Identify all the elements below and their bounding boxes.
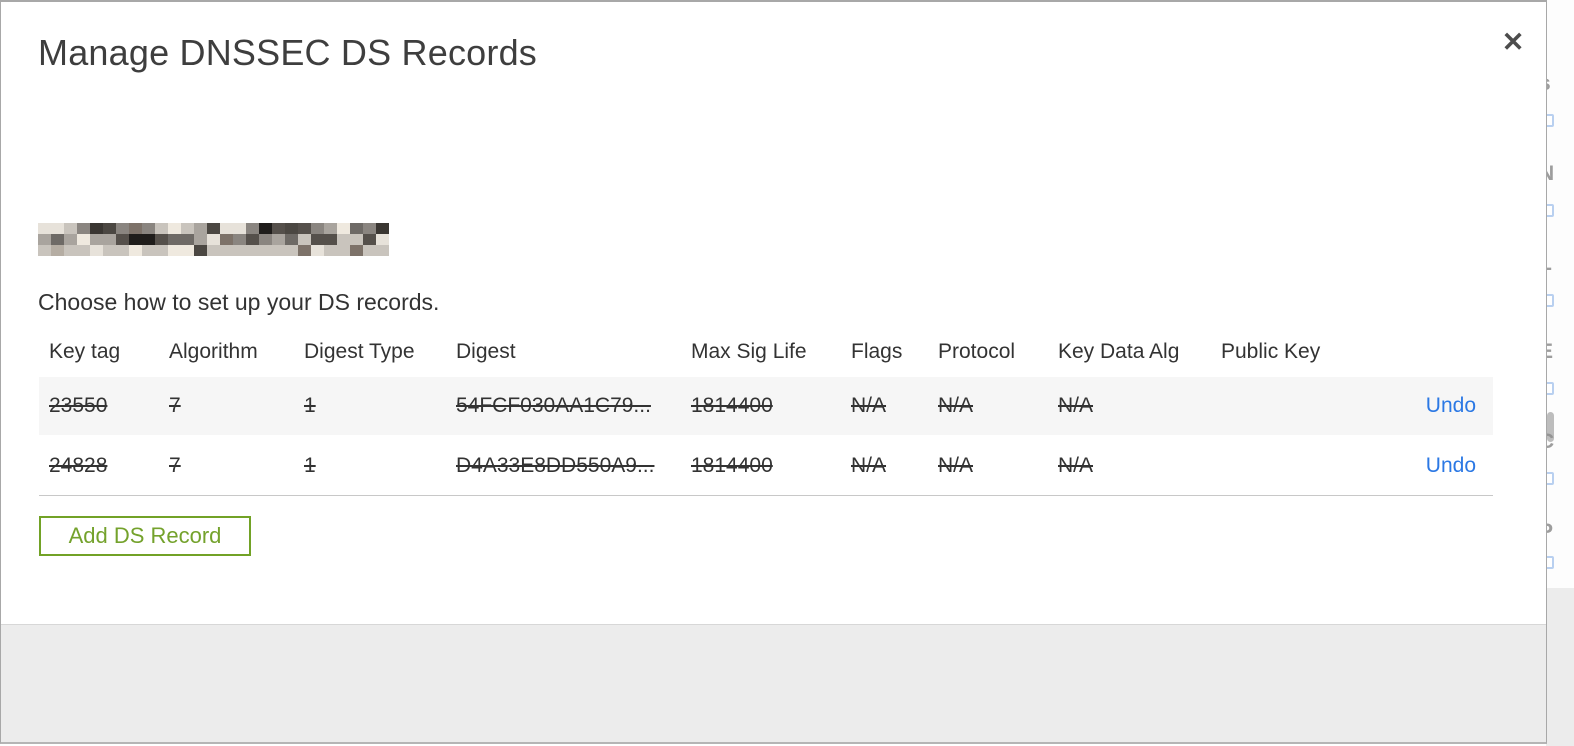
cell-flags: N/A [851,454,887,477]
cell-key-tag: 24828 [49,454,108,477]
cell-digest-type: 1 [304,454,316,477]
cell-algorithm: 7 [169,394,181,417]
add-ds-record-button[interactable]: Add DS Record [39,516,251,556]
cell-digest: D4A33E8DD550A9... [456,454,655,477]
redacted-domain-name [38,223,389,256]
table-row: 24828 7 1 D4A33E8DD550A9... 1814400 N/A … [39,437,1493,496]
cell-key-data-alg: N/A [1058,394,1094,417]
close-icon[interactable]: ✕ [1495,24,1531,60]
cell-key-tag: 23550 [49,394,108,417]
col-header-flags: Flags [851,340,903,363]
screenshot-viewport: sNLECP Manage DNSSEC DS Records ✕ Choose… [0,0,1574,746]
table-header-row: Key tag Algorithm Digest Type Digest Max… [39,327,1493,377]
manage-dnssec-modal: Manage DNSSEC DS Records ✕ Choose how to… [0,0,1547,744]
cell-max-sig-life: 1814400 [691,394,773,417]
page-title: Manage DNSSEC DS Records [38,32,537,73]
modal-footer: Save Cancel [1,624,1546,742]
ds-records-table: Key tag Algorithm Digest Type Digest Max… [39,327,1493,496]
intro-text: Choose how to set up your DS records. [38,289,440,315]
cell-digest-type: 1 [304,394,316,417]
undo-link[interactable]: Undo [1426,454,1476,477]
cell-flags: N/A [851,394,887,417]
cell-max-sig-life: 1814400 [691,454,773,477]
cell-digest: 54FCF030AA1C79... [456,394,651,417]
col-header-key-tag: Key tag [49,340,121,363]
table-row: 23550 7 1 54FCF030AA1C79... 1814400 N/A … [39,377,1493,437]
background-page-strip: sNLECP [1546,0,1574,746]
background-page-footer [1546,588,1574,746]
cell-protocol: N/A [938,394,974,417]
col-header-key-data-alg: Key Data Alg [1058,340,1180,363]
col-header-protocol: Protocol [938,340,1016,363]
col-header-public-key: Public Key [1221,340,1321,363]
cell-protocol: N/A [938,454,974,477]
col-header-digest-type: Digest Type [304,340,415,363]
cell-algorithm: 7 [169,454,181,477]
cell-key-data-alg: N/A [1058,454,1094,477]
undo-link[interactable]: Undo [1426,394,1476,417]
col-header-algorithm: Algorithm [169,340,258,363]
col-header-max-sig-life: Max Sig Life [691,340,807,363]
col-header-digest: Digest [456,340,516,363]
